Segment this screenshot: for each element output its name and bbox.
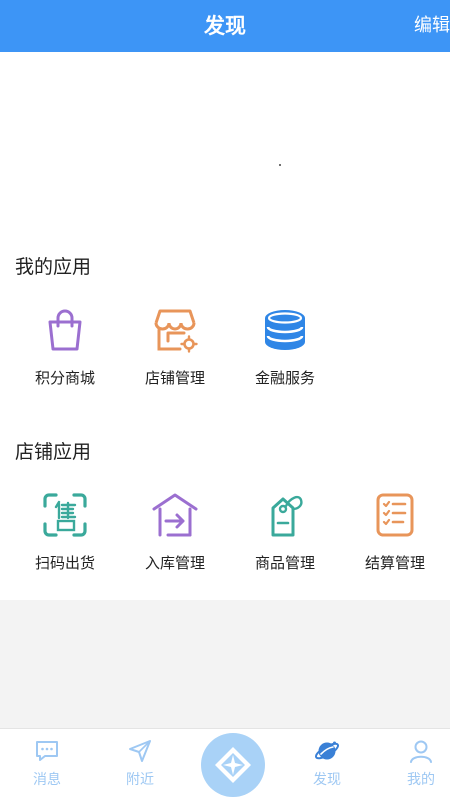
store-apps-title: 店铺应用 <box>15 441 92 463</box>
checklist-icon <box>370 490 420 540</box>
app-label: 店铺管理 <box>144 369 205 387</box>
banner-area[interactable] <box>0 52 450 237</box>
tab-label: 附近 <box>126 772 154 788</box>
tab-me[interactable]: 我的 <box>376 729 450 801</box>
app-points-mall[interactable]: 积分商城 <box>10 305 120 405</box>
tab-messages[interactable]: 消息 <box>2 729 92 801</box>
storefront-icon <box>150 305 200 355</box>
navigation-arrow-icon <box>127 738 153 764</box>
planet-icon <box>314 738 340 764</box>
tab-nearby[interactable]: 附近 <box>95 729 185 801</box>
diamond-compass-icon <box>215 747 251 783</box>
app-scan-shipment[interactable]: 扫码出货 <box>10 490 120 590</box>
app-settlement-management[interactable]: 结算管理 <box>340 490 450 590</box>
top-bar: 发现 编辑 <box>0 0 450 52</box>
user-icon <box>408 738 434 764</box>
app-label: 金融服务 <box>254 369 315 387</box>
edit-button[interactable]: 编辑 <box>414 0 450 52</box>
message-icon <box>34 738 60 764</box>
app-inbound-management[interactable]: 入库管理 <box>120 490 230 590</box>
coin-stack-icon <box>260 305 310 355</box>
discover-content: 我的应用 积分商城 店铺管理 金融服务 店铺应用 扫码出货 入库管理 商品管理 … <box>0 52 450 600</box>
center-action-button[interactable] <box>201 733 265 797</box>
app-financial-services[interactable]: 金融服务 <box>230 305 340 405</box>
my-apps-title: 我的应用 <box>15 256 92 278</box>
app-label: 扫码出货 <box>34 554 95 572</box>
page-title: 发现 <box>204 14 246 38</box>
warehouse-in-icon <box>150 490 200 540</box>
app-label: 商品管理 <box>254 554 315 572</box>
tab-discover[interactable]: 发现 <box>282 729 372 801</box>
tab-label: 我的 <box>407 772 435 788</box>
app-product-management[interactable]: 商品管理 <box>230 490 340 590</box>
banner-indicator-dot <box>279 164 281 166</box>
app-label: 结算管理 <box>364 554 425 572</box>
price-tag-icon <box>260 490 310 540</box>
tab-label: 发现 <box>313 772 341 788</box>
tab-label: 消息 <box>33 772 61 788</box>
scan-icon <box>40 490 90 540</box>
app-label: 积分商城 <box>34 369 95 387</box>
app-store-management[interactable]: 店铺管理 <box>120 305 230 405</box>
shopping-bag-icon <box>40 305 90 355</box>
app-label: 入库管理 <box>144 554 205 572</box>
